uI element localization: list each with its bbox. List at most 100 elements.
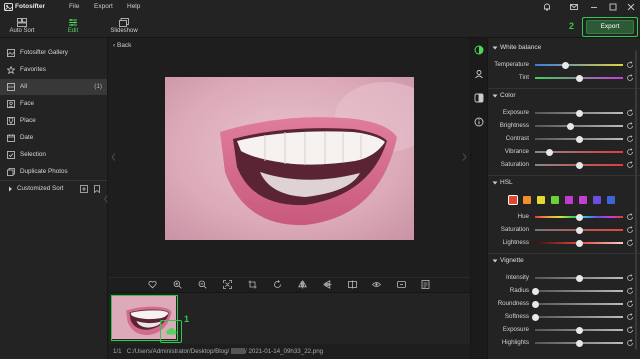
slider-knob[interactable] <box>531 313 539 321</box>
vignette-section-header[interactable]: Vignette <box>488 255 640 267</box>
edit-icon <box>69 19 77 26</box>
sidebar-item-favorites[interactable]: Favorites <box>0 62 107 78</box>
reset-icon[interactable] <box>626 339 634 347</box>
sidebar-item-selection[interactable]: Selection <box>0 147 107 163</box>
crop-icon[interactable] <box>248 280 257 289</box>
reset-icon[interactable] <box>626 135 634 143</box>
temperature-slider[interactable] <box>535 64 623 66</box>
slider-knob[interactable] <box>575 274 583 282</box>
slider-knob[interactable] <box>575 109 583 117</box>
slider-knob[interactable] <box>575 161 583 169</box>
slider-knob[interactable] <box>575 339 583 347</box>
hsl-section-header[interactable]: HSL <box>488 177 640 189</box>
back-link[interactable]: ‹ Back <box>113 42 131 49</box>
add-album-icon[interactable] <box>80 185 88 193</box>
hsl-swatch[interactable] <box>508 195 518 205</box>
sidebar-item-label: Face <box>20 100 34 107</box>
rotate-icon[interactable] <box>273 280 282 289</box>
minimize-icon[interactable] <box>589 2 599 12</box>
hsl-swatch[interactable] <box>565 196 573 204</box>
reset-icon[interactable] <box>626 274 634 282</box>
radius-slider[interactable] <box>535 290 623 292</box>
roundness-slider[interactable] <box>535 303 623 305</box>
close-icon[interactable] <box>626 2 636 12</box>
retouch-tab-icon[interactable] <box>474 69 484 79</box>
panel-scrollbar[interactable] <box>634 50 638 350</box>
reset-icon[interactable] <box>626 300 634 308</box>
slider-knob[interactable] <box>575 226 583 234</box>
color-section-header[interactable]: Color <box>488 90 640 102</box>
section-divider <box>488 253 640 254</box>
slider-knob[interactable] <box>531 300 539 308</box>
slider-knob[interactable] <box>566 122 574 130</box>
hsl-swatch[interactable] <box>523 196 531 204</box>
filter-tab-icon[interactable] <box>474 93 484 103</box>
slider-knob[interactable] <box>531 287 539 295</box>
hsl-swatch[interactable] <box>537 196 545 204</box>
mail-icon[interactable] <box>569 2 579 12</box>
menu-export[interactable]: Export <box>94 3 113 10</box>
preview-eye-icon[interactable] <box>372 280 381 289</box>
white-balance-section-header[interactable]: White balance <box>488 42 640 54</box>
next-photo-icon[interactable] <box>462 153 467 161</box>
prev-photo-icon[interactable] <box>111 153 116 161</box>
hsl-swatch[interactable] <box>579 196 587 204</box>
sidebar-item-date[interactable]: Date <box>0 130 107 146</box>
reset-icon[interactable] <box>626 122 634 130</box>
flip-horizontal-icon[interactable] <box>298 280 307 289</box>
sidebar-collapse-icon[interactable] <box>104 195 108 203</box>
hsl-swatch[interactable] <box>607 196 615 204</box>
slider-knob[interactable] <box>575 135 583 143</box>
highlights-label: Highlights <box>501 339 529 346</box>
zoom-out-icon[interactable] <box>198 280 207 289</box>
reset-icon[interactable] <box>626 61 634 69</box>
customized-sort-header[interactable]: Customized Sort <box>0 181 107 197</box>
slider-knob[interactable] <box>575 213 583 221</box>
reset-icon[interactable] <box>626 226 634 234</box>
auto-sort-tool[interactable]: Auto Sort <box>2 15 42 39</box>
reset-icon[interactable] <box>626 109 634 117</box>
reset-icon[interactable] <box>626 326 634 334</box>
reset-icon[interactable] <box>626 313 634 321</box>
slider-knob[interactable] <box>575 326 583 334</box>
notification-bell-icon[interactable] <box>542 2 552 12</box>
reset-icon[interactable] <box>626 287 634 295</box>
sidebar-item-face[interactable]: Face <box>0 96 107 112</box>
reset-icon[interactable] <box>626 239 634 247</box>
flip-vertical-icon[interactable] <box>323 280 332 289</box>
reset-icon[interactable] <box>626 161 634 169</box>
sidebar-item-all[interactable]: All (1) <box>0 79 107 95</box>
slider-knob[interactable] <box>562 61 570 69</box>
slider-knob[interactable] <box>575 74 583 82</box>
edit-tool[interactable]: Edit <box>53 15 93 39</box>
app-logo-icon <box>4 3 13 11</box>
sidebar-item-place[interactable]: Place <box>0 113 107 129</box>
menu-help[interactable]: Help <box>127 3 140 10</box>
zoom-in-icon[interactable] <box>173 280 182 289</box>
info-panel-icon[interactable] <box>421 280 430 289</box>
reset-icon[interactable] <box>626 213 634 221</box>
reset-icon[interactable] <box>626 74 634 82</box>
compare-icon[interactable] <box>348 280 357 289</box>
menu-file[interactable]: File <box>69 3 79 10</box>
reset-icon[interactable] <box>626 148 634 156</box>
slider-knob[interactable] <box>546 148 554 156</box>
slideshow-tool[interactable]: Slideshow <box>104 15 144 39</box>
bookmark-icon[interactable] <box>93 185 101 193</box>
adjust-tab-icon[interactable] <box>474 45 484 55</box>
sidebar-item-gallery[interactable]: Fotosifter Gallery <box>0 45 107 61</box>
hsl-swatch[interactable] <box>593 196 601 204</box>
fit-screen-icon[interactable] <box>223 280 232 289</box>
maximize-icon[interactable] <box>608 2 618 12</box>
hsl-swatch[interactable] <box>551 196 559 204</box>
info-tab-icon[interactable] <box>474 117 484 127</box>
favorite-heart-icon[interactable] <box>148 280 157 289</box>
sidebar-item-duplicates[interactable]: Duplicate Photos <box>0 164 107 180</box>
saturation-label: Saturation <box>500 161 529 168</box>
section-divider <box>488 175 640 176</box>
brightness-slider[interactable] <box>535 125 623 127</box>
slider-knob[interactable] <box>575 239 583 247</box>
softness-slider[interactable] <box>535 316 623 318</box>
display-mode-icon[interactable] <box>397 280 406 289</box>
hue-label: Hue <box>517 213 529 220</box>
